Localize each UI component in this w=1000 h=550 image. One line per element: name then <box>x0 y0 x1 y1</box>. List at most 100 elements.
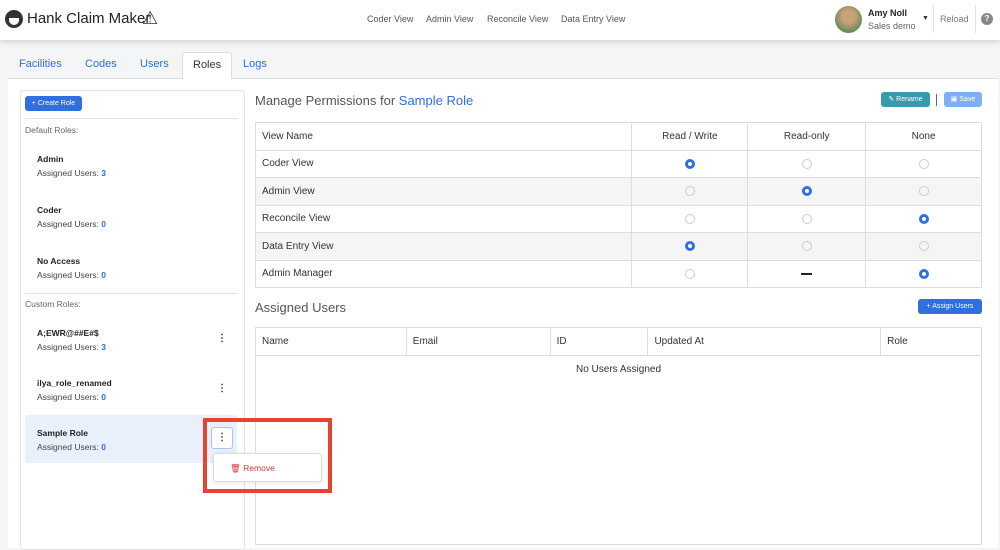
radio-ro[interactable] <box>801 158 812 169</box>
assigned-users-title: Assigned Users <box>255 300 347 315</box>
reload-button[interactable]: Reload <box>940 14 969 24</box>
logo-icon <box>5 10 23 28</box>
view-name: Data Entry View <box>254 232 633 261</box>
permission-cell-rw <box>631 149 749 178</box>
role-name: Coder <box>37 205 62 215</box>
permission-cell-ro <box>747 149 867 178</box>
radio-none[interactable] <box>918 213 929 224</box>
radio-ro[interactable] <box>801 241 812 252</box>
role-name-title: Sample Role <box>398 93 474 108</box>
permission-cell-rw <box>631 232 749 261</box>
radio-rw[interactable] <box>684 268 695 279</box>
divider <box>975 5 976 33</box>
permission-cell-ro <box>747 259 867 288</box>
assign-users-button[interactable]: + Assign Users <box>918 299 982 314</box>
role-name: Admin <box>37 154 64 164</box>
role-assigned: Assigned Users: 0 <box>37 392 106 402</box>
radio-none[interactable] <box>918 241 929 252</box>
divider <box>25 118 238 119</box>
permission-cell-none <box>865 149 982 178</box>
unavailable-dash <box>801 272 813 275</box>
save-label: Save <box>959 96 976 103</box>
nav-data-entry-view[interactable]: Data Entry View <box>561 14 625 24</box>
create-role-button[interactable]: + Create Role <box>25 96 82 111</box>
view-name: Admin Manager <box>254 259 633 288</box>
user-org[interactable]: Sales demo <box>868 21 916 31</box>
view-name: Coder View <box>254 149 633 178</box>
avatar[interactable] <box>835 6 862 33</box>
permission-row: Data Entry View <box>254 232 982 261</box>
highlight-box <box>203 418 332 493</box>
tab-roles[interactable]: Roles <box>182 52 233 79</box>
user-name[interactable]: Amy Noll <box>868 8 907 18</box>
assigned-users-table: Name Email ID Updated At Role <box>255 327 982 356</box>
assigned-label: Assigned Users: <box>37 219 102 229</box>
app-title: Hank Claim Maker <box>27 10 151 27</box>
permission-cell-ro <box>747 177 867 206</box>
tab-facilities[interactable]: Facilities <box>9 52 72 79</box>
role-item-coder[interactable]: Coder Assigned Users: 0 <box>25 195 237 243</box>
role-name: No Access <box>37 256 81 266</box>
tab-users[interactable]: Users <box>130 52 179 79</box>
permission-cell-rw <box>631 177 749 206</box>
radio-rw[interactable] <box>684 158 695 169</box>
permission-cell-ro <box>747 232 867 261</box>
more-options-icon[interactable]: ⋮ <box>217 333 227 344</box>
role-item-no-access[interactable]: No Access Assigned Users: 0 <box>25 246 237 294</box>
radio-ro[interactable] <box>801 213 812 224</box>
default-roles-label: Default Roles: <box>25 125 79 135</box>
assigned-count: 0 <box>101 270 106 280</box>
col-email: Email <box>405 327 551 356</box>
col-id: ID <box>549 327 649 356</box>
chevron-down-icon[interactable]: ▼ <box>922 15 929 22</box>
assigned-label: Assigned Users: <box>37 270 102 280</box>
permissions-table: View Name Read / Write Read-only None Co… <box>254 122 982 288</box>
help-icon[interactable]: ? <box>981 13 993 25</box>
nav-admin-view[interactable]: Admin View <box>426 14 473 24</box>
col-read-only: Read-only <box>747 122 867 151</box>
tab-logs[interactable]: Logs <box>233 52 277 79</box>
radio-none[interactable] <box>918 186 929 197</box>
radio-rw[interactable] <box>684 186 695 197</box>
role-assigned: Assigned Users: 0 <box>37 442 106 452</box>
col-role: Role <box>880 327 982 356</box>
permission-cell-none <box>865 204 982 233</box>
view-name: Admin View <box>254 177 633 206</box>
permission-row: Reconcile View <box>254 204 982 233</box>
permission-cell-none <box>865 259 982 288</box>
role-item-admin[interactable]: Admin Assigned Users: 3 <box>25 144 237 192</box>
radio-none[interactable] <box>918 268 929 279</box>
assigned-count: 0 <box>101 219 106 229</box>
role-item-custom-2[interactable]: ilya_role_renamed Assigned Users: 0 ⋮ <box>25 368 237 416</box>
construction-icon: ⚠ <box>142 8 159 28</box>
divider <box>933 5 934 33</box>
divider <box>25 293 238 294</box>
empty-state: No Users Assigned <box>255 355 982 545</box>
save-button[interactable]: ▣ Save <box>944 92 982 107</box>
top-header: Hank Claim Maker ⚠ Coder View Admin View… <box>0 0 1000 40</box>
rename-label: Rename <box>896 96 923 103</box>
permission-row: Coder View <box>254 149 982 178</box>
more-options-icon[interactable]: ⋮ <box>217 383 227 394</box>
radio-rw[interactable] <box>684 241 695 252</box>
role-item-custom-1[interactable]: A;EWR@##E#$ Assigned Users: 3 ⋮ <box>25 318 237 366</box>
permission-cell-none <box>865 232 982 261</box>
permission-row: Admin View <box>254 177 982 206</box>
role-name: A;EWR@##E#$ <box>37 328 99 338</box>
nav-coder-view[interactable]: Coder View <box>367 14 413 24</box>
col-none: None <box>865 122 982 151</box>
role-name: ilya_role_renamed <box>37 378 112 388</box>
permission-cell-rw <box>631 259 749 288</box>
assigned-count: 0 <box>101 392 106 402</box>
view-name: Reconcile View <box>254 204 633 233</box>
radio-ro[interactable] <box>801 186 812 197</box>
radio-rw[interactable] <box>684 213 695 224</box>
permission-cell-rw <box>631 204 749 233</box>
divider <box>936 94 937 106</box>
role-assigned: Assigned Users: 3 <box>37 168 106 178</box>
title-prefix: Manage Permissions for <box>255 93 399 108</box>
rename-button[interactable]: ✎ Rename <box>881 92 930 107</box>
radio-none[interactable] <box>918 158 929 169</box>
nav-reconcile-view[interactable]: Reconcile View <box>487 14 548 24</box>
tab-codes[interactable]: Codes <box>75 52 127 79</box>
